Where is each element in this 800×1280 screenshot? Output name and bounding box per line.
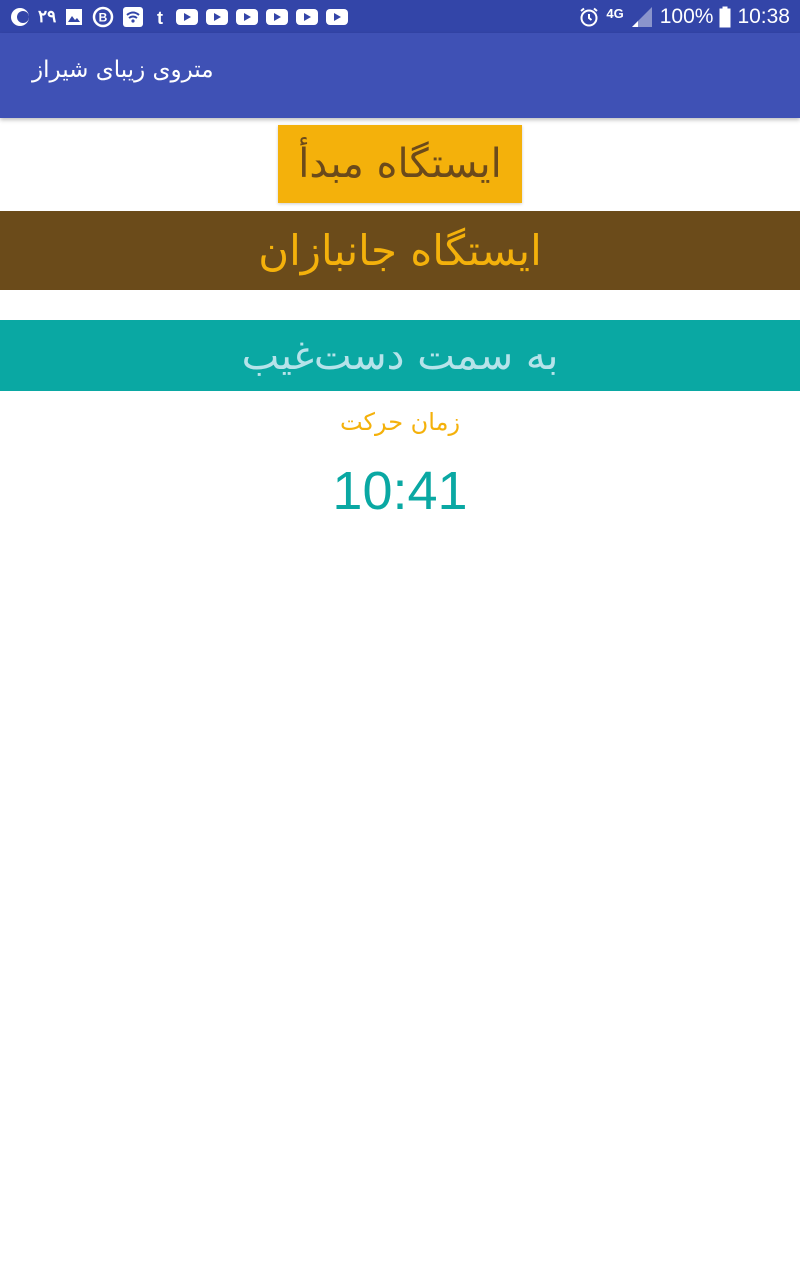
network-type: 4G — [606, 6, 624, 21]
departure-time-value: 10:41 — [332, 461, 468, 521]
image-icon — [64, 6, 84, 28]
svg-text:t: t — [157, 8, 163, 27]
departure-time-label: زمان حرکت — [339, 408, 461, 436]
status-bar-system: 4G 100% 10:38 — [578, 0, 790, 33]
wifi-icon — [122, 6, 144, 28]
battery-icon — [719, 6, 731, 28]
origin-station-name[interactable]: ایستگاه جانبازان — [0, 211, 800, 290]
origin-station-label: ایستگاه مبدأ — [278, 125, 522, 203]
status-time: 10:38 — [737, 4, 790, 28]
battery-percent: 100% — [659, 4, 714, 28]
b-circle-icon: B — [92, 6, 114, 28]
status-date: ۲۹ — [38, 6, 57, 26]
alarm-icon — [578, 6, 600, 28]
youtube-icon — [176, 6, 199, 28]
youtube-icon — [266, 6, 289, 28]
youtube-icon — [296, 6, 319, 28]
app-bar: متروی زیبای شیراز — [0, 33, 800, 118]
tumblr-icon: t — [152, 6, 168, 28]
status-bar: ۲۹ B t 4G 100% 10:38 — [0, 0, 800, 33]
youtube-icon — [236, 6, 259, 28]
app-title: متروی زیبای شیراز — [32, 57, 214, 83]
status-bar-notifications: ۲۹ B t — [10, 0, 349, 33]
moon-icon — [10, 6, 30, 28]
direction-bar[interactable]: به سمت دست‌غیب — [0, 320, 800, 391]
svg-text:B: B — [99, 10, 108, 24]
signal-icon — [630, 6, 654, 28]
youtube-icon — [326, 6, 349, 28]
youtube-icon — [206, 6, 229, 28]
